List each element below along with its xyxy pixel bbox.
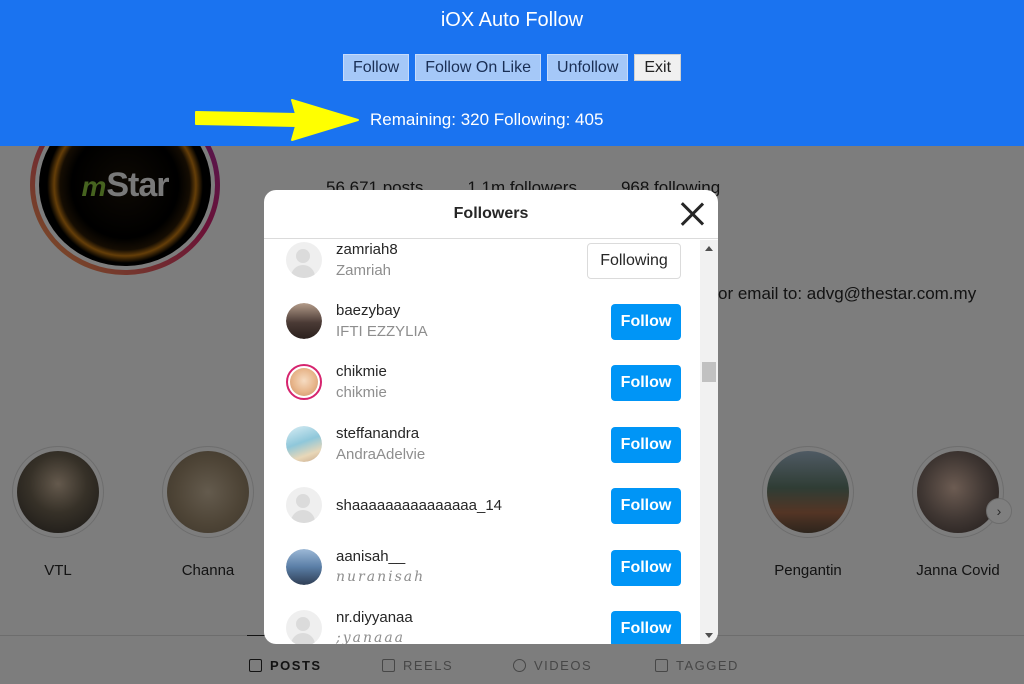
yellow-arrow-icon	[195, 99, 359, 141]
follow-button[interactable]: Follow	[611, 611, 681, 644]
follow-button[interactable]: Follow	[611, 427, 681, 463]
iox-status-text: Remaining: 320 Following: 405	[370, 110, 604, 129]
following-button[interactable]: Following	[587, 243, 681, 279]
scroll-up-arrow-icon[interactable]	[705, 246, 713, 251]
full-name: IFTI EZZYLIA	[336, 323, 428, 340]
list-item: aanisah__ nuranisah Follow	[264, 540, 700, 601]
full-name: ;yanaaa	[336, 630, 406, 644]
full-name: Zamriah	[336, 262, 392, 279]
username[interactable]: aanisah__	[336, 548, 405, 565]
full-name: chikmie	[336, 384, 387, 401]
scrollbar[interactable]	[700, 240, 718, 644]
avatar[interactable]	[286, 610, 322, 644]
username[interactable]: zamriah8	[336, 241, 398, 258]
close-icon[interactable]	[676, 198, 708, 230]
list-item: chikmie chikmie Follow	[264, 355, 700, 416]
iox-unfollow-button[interactable]: Unfollow	[547, 54, 629, 81]
list-item: baezybay IFTI EZZYLIA Follow	[264, 294, 700, 355]
follow-button[interactable]: Follow	[611, 488, 681, 524]
follow-button[interactable]: Follow	[611, 365, 681, 401]
follow-button[interactable]: Follow	[611, 550, 681, 586]
iox-title: iOX Auto Follow	[440, 9, 584, 31]
scroll-down-arrow-icon[interactable]	[705, 633, 713, 638]
avatar[interactable]	[286, 549, 322, 585]
modal-title: Followers	[453, 205, 529, 222]
username[interactable]: nr.diyyanaa	[336, 609, 413, 626]
full-name: AndraAdelvie	[336, 446, 426, 463]
username[interactable]: chikmie	[336, 363, 387, 380]
username[interactable]: shaaaaaaaaaaaaaaa_14	[336, 497, 502, 514]
avatar[interactable]	[286, 487, 322, 523]
followers-list[interactable]: zamriah8 Zamriah Following baezybay IFTI…	[264, 240, 700, 644]
avatar[interactable]	[286, 426, 322, 462]
username[interactable]: baezybay	[336, 302, 400, 319]
iox-follow-on-like-button[interactable]: Follow On Like	[415, 54, 542, 81]
iox-exit-button[interactable]: Exit	[634, 54, 682, 81]
follow-button[interactable]: Follow	[611, 304, 681, 340]
full-name: nuranisah	[336, 569, 426, 585]
scroll-thumb[interactable]	[702, 362, 716, 382]
list-item: zamriah8 Zamriah Following	[264, 240, 700, 294]
list-item: shaaaaaaaaaaaaaaa_14 Follow	[264, 478, 700, 539]
iox-extension-bar: iOX Auto Follow Follow Follow On Like Un…	[0, 0, 1024, 146]
avatar[interactable]	[286, 364, 322, 400]
list-item: steffanandra AndraAdelvie Follow	[264, 417, 700, 478]
avatar[interactable]	[286, 303, 322, 339]
iox-follow-button[interactable]: Follow	[342, 54, 410, 81]
avatar[interactable]	[286, 242, 322, 278]
modal-header: Followers	[264, 190, 718, 239]
followers-modal: Followers zamriah8 Zamriah Following bae…	[264, 190, 718, 644]
iox-button-group: Follow Follow On Like Unfollow Exit	[0, 54, 1024, 81]
list-item: nr.diyyanaa ;yanaaa Follow	[264, 601, 700, 644]
username[interactable]: steffanandra	[336, 425, 419, 442]
